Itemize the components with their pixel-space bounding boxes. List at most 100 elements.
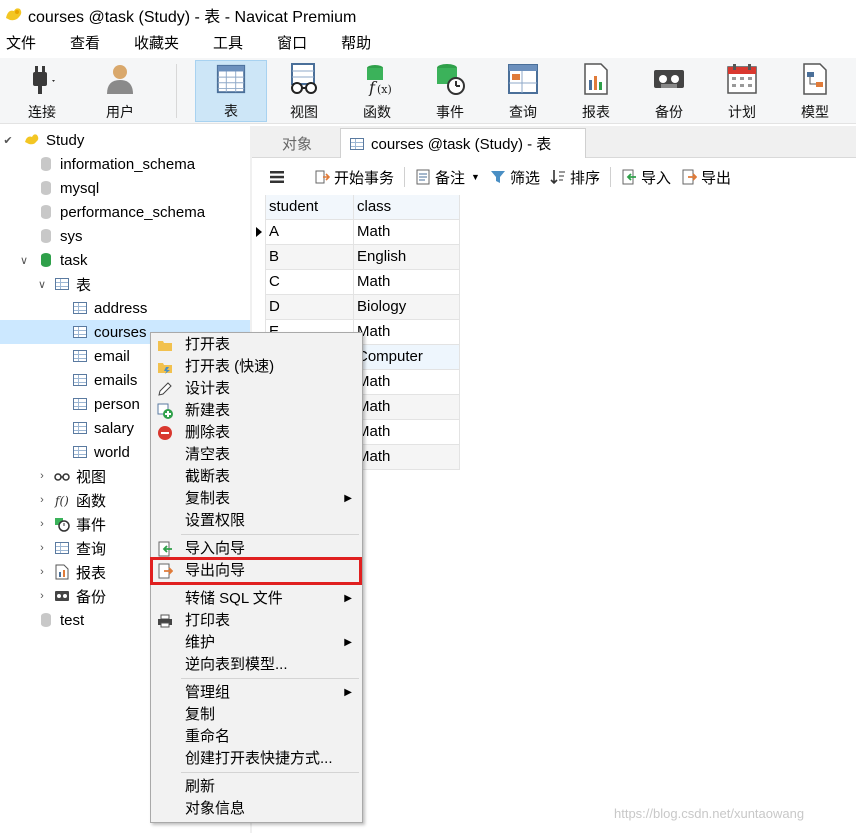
column-header-class[interactable]: class xyxy=(354,195,460,220)
menu-item-object-info[interactable]: 对象信息 xyxy=(151,798,362,820)
chevron-right-icon[interactable]: › xyxy=(36,536,48,560)
begin-transaction-button[interactable]: 开始事务 xyxy=(314,167,394,188)
tree-db-information-schema[interactable]: information_schema xyxy=(0,152,250,176)
cell-class[interactable]: Biology xyxy=(354,295,460,320)
query-button[interactable]: 查询 xyxy=(487,60,559,122)
menu-item-dump-sql[interactable]: 转储 SQL 文件 ▶ xyxy=(151,588,362,610)
chevron-right-icon[interactable]: › xyxy=(36,464,48,488)
menu-separator xyxy=(181,678,359,679)
column-header-student[interactable]: student xyxy=(266,195,354,220)
backup-label: 备份 xyxy=(655,104,683,120)
table-label: 表 xyxy=(224,103,238,119)
tree-db-sys[interactable]: sys xyxy=(0,224,250,248)
table-row[interactable]: B English xyxy=(252,245,460,270)
menu-item-duplicate-table[interactable]: 复制表 ▶ xyxy=(151,488,362,510)
toolbar-separator xyxy=(404,167,406,187)
tree-connection-study[interactable]: ✔ Study xyxy=(0,128,250,152)
schedule-button[interactable]: 计划 xyxy=(706,60,778,122)
menu-view[interactable]: 查看 xyxy=(62,32,108,56)
table-row[interactable]: A Math xyxy=(252,220,460,245)
menu-item-truncate-table[interactable]: 截断表 xyxy=(151,466,362,488)
report-button[interactable]: 报表 xyxy=(560,60,632,122)
menu-item-open-table-fast[interactable]: 打开表 (快速) xyxy=(151,356,362,378)
tab-objects[interactable]: 对象 xyxy=(254,128,340,158)
tree-label: sys xyxy=(60,227,83,245)
table-button[interactable]: 表 xyxy=(195,60,267,122)
cell-class[interactable]: Math xyxy=(354,445,460,470)
sort-button[interactable]: 排序 xyxy=(550,167,600,188)
import-button[interactable]: 导入 xyxy=(621,167,671,188)
chevron-down-icon[interactable]: ∨ xyxy=(18,248,30,272)
main-toolbar: 连接 用户 表 视图 f (x) 函数 事件 查询 报表 备份 计划 模型 xyxy=(0,58,856,124)
chevron-down-icon[interactable]: ∨ xyxy=(36,272,48,296)
hamburger-menu-button[interactable] xyxy=(270,170,284,184)
filter-icon xyxy=(490,171,505,183)
menu-item-delete-table[interactable]: 删除表 xyxy=(151,422,362,444)
schedule-label: 计划 xyxy=(728,104,756,120)
cell-class[interactable]: Math xyxy=(354,320,460,345)
menu-item-empty-table[interactable]: 清空表 xyxy=(151,444,362,466)
menu-item-manage-group[interactable]: 管理组 ▶ xyxy=(151,682,362,704)
chevron-right-icon[interactable]: › xyxy=(36,584,48,608)
menu-item-new-table[interactable]: 新建表 xyxy=(151,400,362,422)
cell-class[interactable]: Math xyxy=(354,420,460,445)
chevron-right-icon[interactable]: › xyxy=(36,512,48,536)
menu-bar: 文件 查看 收藏夹 工具 窗口 帮助 xyxy=(0,32,856,56)
function-button[interactable]: f (x) 函数 xyxy=(341,60,413,122)
menu-favorites[interactable]: 收藏夹 xyxy=(126,32,187,56)
menu-item-set-permissions[interactable]: 设置权限 xyxy=(151,510,362,532)
note-button[interactable]: 备注 ▼ xyxy=(415,167,480,188)
view-button[interactable]: 视图 xyxy=(268,60,340,122)
report-icon xyxy=(584,63,608,95)
submenu-arrow-icon: ▶ xyxy=(344,687,352,698)
cell-student[interactable]: C xyxy=(266,270,354,295)
menu-window[interactable]: 窗口 xyxy=(269,32,315,56)
menu-item-print-table[interactable]: 打印表 xyxy=(151,610,362,632)
menu-item-design-table[interactable]: 设计表 xyxy=(151,378,362,400)
tab-label: courses @task (Study) - 表 xyxy=(371,136,552,153)
table-icon xyxy=(72,300,88,316)
filter-button[interactable]: 筛选 xyxy=(490,167,540,188)
menu-item-maintenance[interactable]: 维护 ▶ xyxy=(151,632,362,654)
cell-class[interactable]: Math xyxy=(354,220,460,245)
model-button[interactable]: 模型 xyxy=(779,60,851,122)
tree-group-tables[interactable]: ∨ 表 xyxy=(0,272,250,296)
table-row[interactable]: D Biology xyxy=(252,295,460,320)
table-row[interactable]: C Math xyxy=(252,270,460,295)
expanded-arrow-icon[interactable]: ✔ xyxy=(2,128,14,152)
menu-item-copy[interactable]: 复制 xyxy=(151,704,362,726)
cell-class[interactable]: Math xyxy=(354,270,460,295)
chevron-right-icon[interactable]: › xyxy=(36,488,48,512)
cell-class[interactable]: Computer xyxy=(354,345,460,370)
backup-button[interactable]: 备份 xyxy=(633,60,705,122)
connect-button[interactable]: 连接 xyxy=(6,60,78,122)
table-icon xyxy=(349,136,365,152)
menu-item-open-table[interactable]: 打开表 xyxy=(151,334,362,356)
menu-item-create-shortcut[interactable]: 创建打开表快捷方式... xyxy=(151,748,362,770)
user-button[interactable]: 用户 xyxy=(84,60,156,122)
tree-db-mysql[interactable]: mysql xyxy=(0,176,250,200)
cell-student[interactable]: B xyxy=(266,245,354,270)
cell-student[interactable]: A xyxy=(266,220,354,245)
event-button[interactable]: 事件 xyxy=(414,60,486,122)
menu-help[interactable]: 帮助 xyxy=(333,32,379,56)
menu-item-reverse-to-model[interactable]: 逆向表到模型... xyxy=(151,654,362,676)
chevron-right-icon[interactable]: › xyxy=(36,560,48,584)
menu-tools[interactable]: 工具 xyxy=(205,32,251,56)
tab-courses-table[interactable]: courses @task (Study) - 表 xyxy=(340,128,586,158)
tree-db-task[interactable]: ∨ task xyxy=(0,248,250,272)
svg-text:f(): f() xyxy=(54,494,69,508)
menu-file[interactable]: 文件 xyxy=(0,32,44,56)
cell-class[interactable]: Math xyxy=(354,395,460,420)
dropdown-arrow-icon[interactable]: ▼ xyxy=(471,172,480,182)
cell-class[interactable]: Math xyxy=(354,370,460,395)
cell-student[interactable]: D xyxy=(266,295,354,320)
menu-item-rename[interactable]: 重命名 xyxy=(151,726,362,748)
cell-class[interactable]: English xyxy=(354,245,460,270)
export-button[interactable]: 导出 xyxy=(681,167,731,188)
tree-table-address[interactable]: address xyxy=(0,296,250,320)
tree-db-performance-schema[interactable]: performance_schema xyxy=(0,200,250,224)
transaction-icon xyxy=(315,170,330,184)
tree-label: 表 xyxy=(76,276,92,294)
menu-item-refresh[interactable]: 刷新 xyxy=(151,776,362,798)
